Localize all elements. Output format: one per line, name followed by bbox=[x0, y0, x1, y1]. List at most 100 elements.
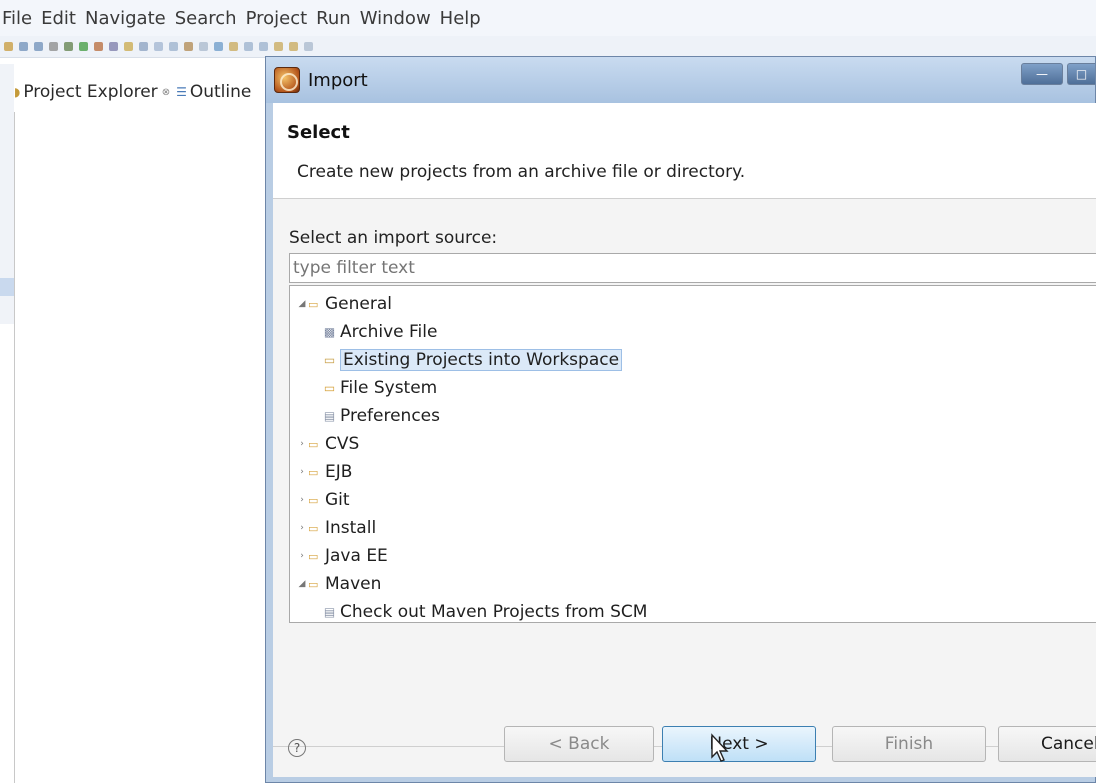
expanded-arrow-icon[interactable]: ◢ bbox=[296, 299, 308, 309]
back-button[interactable]: < Back bbox=[504, 726, 654, 762]
tree-item-label: EJB bbox=[325, 462, 353, 482]
minimize-button[interactable]: — bbox=[1021, 63, 1063, 85]
dialog-title: Import bbox=[308, 69, 368, 91]
mouse-cursor-icon bbox=[711, 733, 729, 762]
dialog-body: Select Create new projects from an archi… bbox=[273, 103, 1096, 777]
import-dialog: Import — □ Select Create new projects fr… bbox=[265, 56, 1096, 783]
tree-item-maven-scm[interactable]: ▤ Check out Maven Projects from SCM bbox=[322, 598, 648, 626]
collapsed-arrow-icon[interactable]: › bbox=[296, 439, 308, 449]
archive-file-icon: ▩ bbox=[323, 325, 336, 339]
tree-item-general[interactable]: ◢ ▭ General bbox=[296, 290, 392, 318]
tree-item-label: Maven bbox=[325, 574, 382, 594]
menu-navigate[interactable]: Navigate bbox=[85, 8, 166, 29]
menu-project[interactable]: Project bbox=[246, 8, 308, 29]
external-tools-icon[interactable] bbox=[94, 42, 103, 51]
existing-projects-icon: ▭ bbox=[323, 353, 336, 367]
filter-input[interactable] bbox=[289, 253, 1096, 283]
tree-item-label: File System bbox=[340, 378, 438, 398]
eclipse-app-icon bbox=[274, 67, 300, 93]
folder-icon: ▭ bbox=[308, 521, 319, 535]
tree-item-label: Check out Maven Projects from SCM bbox=[340, 602, 648, 622]
open-task-icon[interactable] bbox=[139, 42, 148, 51]
save-icon[interactable] bbox=[19, 42, 28, 51]
collapsed-arrow-icon[interactable]: › bbox=[296, 523, 308, 533]
menu-bar: File Edit Navigate Search Project Run Wi… bbox=[0, 0, 1096, 36]
server-icon[interactable] bbox=[184, 42, 193, 51]
finish-button[interactable]: Finish bbox=[832, 726, 986, 762]
maximize-button[interactable]: □ bbox=[1067, 63, 1095, 85]
cancel-button[interactable]: Cancel bbox=[998, 726, 1096, 762]
web-browser-icon[interactable] bbox=[214, 42, 223, 51]
pin-icon[interactable] bbox=[304, 42, 313, 51]
dialog-title-bar[interactable]: Import — □ bbox=[266, 57, 1095, 103]
new-icon[interactable] bbox=[4, 42, 13, 51]
tree-item-git[interactable]: › ▭ Git bbox=[296, 486, 349, 514]
close-icon[interactable]: ⊗ bbox=[162, 87, 170, 98]
collapsed-arrow-icon[interactable]: › bbox=[296, 467, 308, 477]
folder-icon: ▭ bbox=[308, 493, 319, 507]
open-type-icon[interactable] bbox=[124, 42, 133, 51]
preferences-icon: ▤ bbox=[323, 409, 336, 423]
tree-item-install[interactable]: › ▭ Install bbox=[296, 514, 376, 542]
window-buttons: — □ bbox=[1021, 63, 1095, 85]
prev-edit-icon[interactable] bbox=[244, 42, 253, 51]
tree-item-archive-file[interactable]: ▩ Archive File bbox=[322, 318, 438, 346]
collapsed-arrow-icon[interactable]: › bbox=[296, 495, 308, 505]
toggle-breadcrumb-icon[interactable] bbox=[169, 42, 178, 51]
tree-item-label: Preferences bbox=[340, 406, 440, 426]
tree-item-maven[interactable]: ◢ ▭ Maven bbox=[296, 570, 382, 598]
tree-item-file-system[interactable]: ▭ File System bbox=[322, 374, 437, 402]
outline-icon: ☰ bbox=[176, 85, 187, 99]
bookmark-icon[interactable] bbox=[154, 42, 163, 51]
tab-project-explorer-label: Project Explorer bbox=[23, 82, 158, 102]
import-source-label: Select an import source: bbox=[289, 228, 498, 248]
search-icon[interactable] bbox=[109, 42, 118, 51]
debug-icon[interactable] bbox=[64, 42, 73, 51]
menu-file[interactable]: File bbox=[2, 8, 32, 29]
tree-item-existing-projects[interactable]: ▭ Existing Projects into Workspace bbox=[322, 346, 623, 374]
folder-icon: ▭ bbox=[308, 437, 319, 451]
folder-icon: ◗ bbox=[14, 85, 21, 99]
tab-outline[interactable]: ☰ Outline bbox=[176, 82, 251, 102]
forward-icon[interactable] bbox=[289, 42, 298, 51]
menu-search[interactable]: Search bbox=[175, 8, 237, 29]
folder-icon: ▭ bbox=[308, 297, 319, 311]
folder-icon: ▭ bbox=[308, 465, 319, 479]
view-tabs: ◗ Project Explorer ⊗ ☰ Outline bbox=[0, 72, 268, 112]
print-icon[interactable] bbox=[49, 42, 58, 51]
project-explorer-view bbox=[14, 112, 266, 783]
tree-item-label: General bbox=[325, 294, 392, 314]
menu-run[interactable]: Run bbox=[316, 8, 351, 29]
menu-help[interactable]: Help bbox=[440, 8, 481, 29]
tree-item-label: Existing Projects into Workspace bbox=[340, 349, 623, 371]
tab-project-explorer[interactable]: ◗ Project Explorer ⊗ bbox=[14, 82, 176, 102]
back-icon[interactable] bbox=[274, 42, 283, 51]
tree-item-ejb[interactable]: › ▭ EJB bbox=[296, 458, 352, 486]
save-all-icon[interactable] bbox=[34, 42, 43, 51]
wizard-page-description: Create new projects from an archive file… bbox=[297, 162, 746, 182]
next-button[interactable]: Next > bbox=[662, 726, 816, 762]
main-toolbar bbox=[0, 36, 1096, 58]
tree-item-label: Java EE bbox=[325, 546, 388, 566]
publish-icon[interactable] bbox=[199, 42, 208, 51]
tree-item-preferences[interactable]: ▤ Preferences bbox=[322, 402, 440, 430]
tree-item-java-ee[interactable]: › ▭ Java EE bbox=[296, 542, 388, 570]
annotation-icon[interactable] bbox=[229, 42, 238, 51]
expanded-arrow-icon[interactable]: ◢ bbox=[296, 579, 308, 589]
wizard-page-title: Select bbox=[287, 122, 350, 143]
tab-outline-label: Outline bbox=[189, 82, 252, 102]
wizard-banner: Select Create new projects from an archi… bbox=[273, 103, 1096, 199]
left-edge-bar bbox=[0, 278, 14, 296]
folder-icon: ▭ bbox=[308, 577, 319, 591]
menu-edit[interactable]: Edit bbox=[41, 8, 76, 29]
import-source-tree: ◢ ▭ General ▩ Archive File ▭ Existing Pr… bbox=[289, 285, 1096, 623]
collapsed-arrow-icon[interactable]: › bbox=[296, 551, 308, 561]
tree-item-label: Install bbox=[325, 518, 377, 538]
menu-window[interactable]: Window bbox=[360, 8, 431, 29]
file-system-icon: ▭ bbox=[323, 381, 336, 395]
tree-item-cvs[interactable]: › ▭ CVS bbox=[296, 430, 359, 458]
run-icon[interactable] bbox=[79, 42, 88, 51]
next-edit-icon[interactable] bbox=[259, 42, 268, 51]
tree-item-label: Archive File bbox=[340, 322, 438, 342]
help-icon[interactable]: ? bbox=[288, 739, 306, 757]
